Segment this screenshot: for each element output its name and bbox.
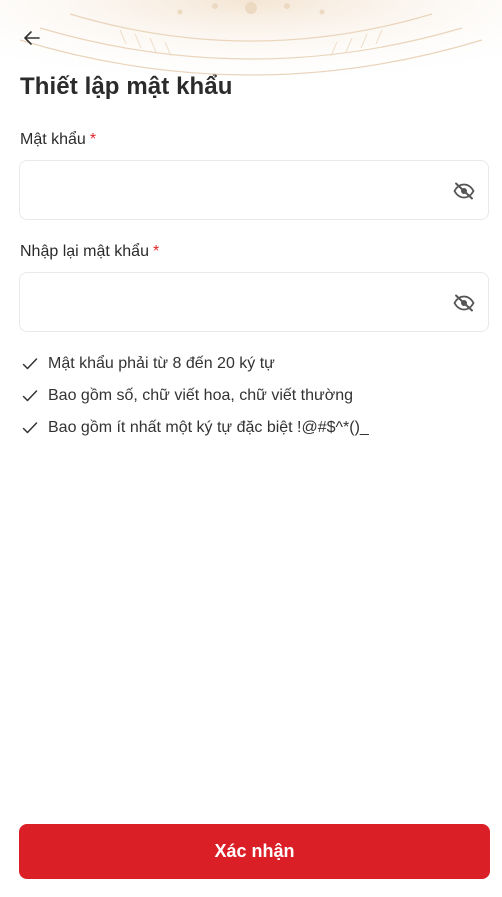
requirement-text: Mật khẩu phải từ 8 đến 20 ký tự [48, 355, 275, 372]
arrow-left-icon [24, 31, 40, 45]
password-label: Mật khẩu * [20, 131, 96, 149]
password-requirements: Mật khẩu phải từ 8 đến 20 ký tự Bao gồm … [20, 348, 369, 444]
confirm-button[interactable]: Xác nhận [19, 824, 490, 879]
page-title: Thiết lập mật khẩu [20, 73, 233, 100]
confirm-password-visibility-toggle[interactable] [452, 291, 476, 315]
confirm-password-field [19, 272, 489, 332]
confirm-password-label-text: Nhập lại mật khẩu [20, 243, 149, 260]
required-mark: * [152, 243, 160, 260]
check-icon [20, 418, 40, 438]
eye-off-icon [453, 294, 475, 312]
check-icon [20, 386, 40, 406]
password-label-text: Mật khẩu [20, 131, 86, 148]
password-input[interactable] [20, 161, 420, 219]
requirement-item: Mật khẩu phải từ 8 đến 20 ký tự [20, 348, 369, 380]
requirement-item: Bao gồm số, chữ viết hoa, chữ viết thườn… [20, 380, 369, 412]
check-icon [20, 354, 40, 374]
requirement-text: Bao gồm số, chữ viết hoa, chữ viết thườn… [48, 387, 353, 404]
confirm-password-input[interactable] [20, 273, 420, 331]
back-button[interactable] [16, 22, 48, 54]
password-field [19, 160, 489, 220]
required-mark: * [89, 131, 97, 148]
confirm-password-label: Nhập lại mật khẩu * [20, 243, 159, 261]
password-setup-screen: Thiết lập mật khẩu Mật khẩu * Nhập lại mậ… [0, 0, 502, 897]
requirement-item: Bao gồm ít nhất một ký tự đặc biệt !@#$^… [20, 412, 369, 444]
eye-off-icon [453, 182, 475, 200]
requirement-text: Bao gồm ít nhất một ký tự đặc biệt !@#$^… [48, 419, 369, 436]
password-visibility-toggle[interactable] [452, 179, 476, 203]
